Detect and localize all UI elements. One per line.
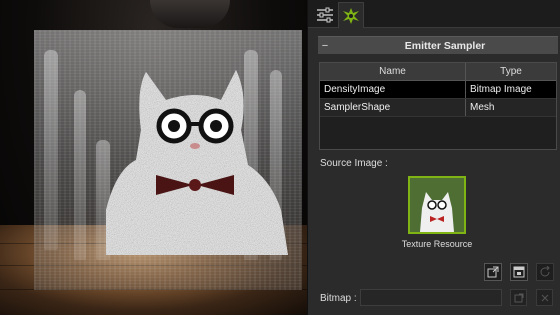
texture-preview <box>410 178 464 232</box>
bitmap-clear-button[interactable] <box>536 289 553 306</box>
tab-particle-emitter[interactable] <box>338 2 364 28</box>
particle-emitter-icon <box>343 7 359 24</box>
3d-viewport[interactable] <box>0 0 307 315</box>
sliders-icon <box>317 7 333 23</box>
panel-tabs <box>308 0 560 28</box>
clear-icon <box>541 294 548 301</box>
cell-type: Mesh <box>470 102 495 113</box>
source-image-label: Source Image : <box>320 158 388 169</box>
table-header: Name Type <box>320 63 556 81</box>
tab-settings[interactable] <box>312 2 338 28</box>
column-header-type[interactable]: Type <box>466 63 556 80</box>
bitmap-browse-button[interactable] <box>510 289 527 306</box>
section-title: Emitter Sampler <box>404 39 486 52</box>
refresh-icon <box>540 266 550 277</box>
open-editor-icon <box>513 266 525 278</box>
table-row[interactable]: DensityImage Bitmap Image <box>320 81 556 99</box>
load-image-icon <box>487 266 499 278</box>
cell-name: DensityImage <box>320 81 466 98</box>
load-image-button[interactable] <box>484 263 502 281</box>
bitmap-field[interactable] <box>360 289 502 306</box>
cell-type: Bitmap Image <box>470 84 532 95</box>
sampler-table: Name Type DensityImage Bitmap Image Samp… <box>319 62 557 150</box>
source-image-thumbnail[interactable] <box>408 176 466 234</box>
cell-name: SamplerShape <box>320 99 466 116</box>
properties-panel: − Emitter Sampler Name Type DensityImage… <box>307 0 560 315</box>
column-header-name[interactable]: Name <box>320 63 466 80</box>
texture-resource-caption: Texture Resource <box>401 239 473 249</box>
browse-icon <box>514 293 523 302</box>
open-editor-button[interactable] <box>510 263 528 281</box>
particle-cat-image <box>106 70 288 255</box>
bitmap-label: Bitmap : <box>320 293 357 304</box>
refresh-button[interactable] <box>536 263 554 281</box>
collapse-icon[interactable]: − <box>318 40 332 52</box>
section-header-emitter-sampler[interactable]: − Emitter Sampler <box>318 36 558 54</box>
table-row[interactable]: SamplerShape Mesh <box>320 99 556 117</box>
background-object <box>150 0 230 28</box>
